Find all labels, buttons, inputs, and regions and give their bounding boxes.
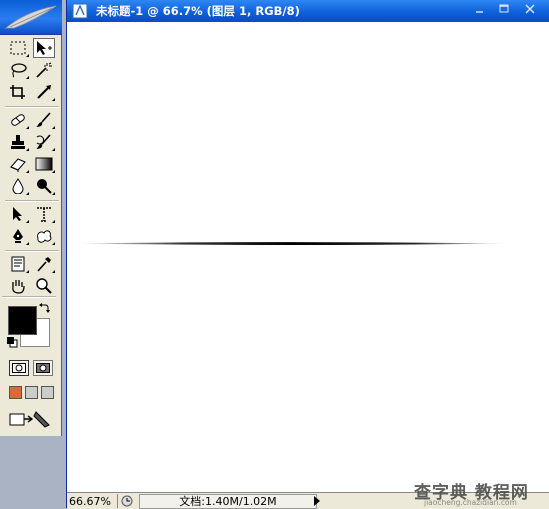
clone-stamp-tool[interactable] [7,132,29,152]
toolbox-divider [5,106,59,108]
notes-tool[interactable] [7,254,29,274]
standard-mode-button[interactable] [9,360,29,376]
toolbox-header[interactable] [0,0,62,35]
brush-stroke [75,242,510,245]
status-menu-arrow-icon[interactable] [313,496,321,506]
type-tool[interactable] [33,204,55,224]
jump-to-imageready-icon[interactable] [9,410,53,428]
eyedropper-tool[interactable] [33,254,55,274]
move-tool[interactable] [33,38,55,58]
zoom-level-field[interactable]: 66.67% [69,495,115,508]
gradient-tool[interactable] [33,154,55,174]
document-icon [72,3,88,19]
rectangular-marquee-tool[interactable] [7,38,29,58]
blur-tool[interactable] [7,176,29,196]
path-selection-tool[interactable] [7,204,29,224]
magic-wand-tool[interactable] [33,60,55,80]
full-screen-menu-mode-button[interactable] [25,386,38,399]
foreground-color-swatch[interactable] [8,306,37,335]
close-button[interactable] [521,3,539,19]
zoom-tool[interactable] [33,276,55,296]
dodge-tool[interactable] [33,176,55,196]
standard-screen-mode-button[interactable] [9,386,22,399]
eraser-tool[interactable] [7,154,29,174]
healing-brush-tool[interactable] [7,110,29,130]
pen-tool[interactable] [7,226,29,246]
toolbox-divider [5,200,59,202]
document-size-info: 文档:1.40M/1.02M [139,494,317,509]
hand-tool[interactable] [7,276,29,296]
minimize-button[interactable] [471,3,489,19]
custom-shape-tool[interactable] [33,226,55,246]
swap-colors-icon[interactable] [38,302,50,314]
document-titlebar[interactable]: 未标题-1 @ 66.7% (图层 1, RGB/8) [67,0,549,22]
document-window: 未标题-1 @ 66.7% (图层 1, RGB/8) 66.67% 文档:1.… [66,0,549,509]
brush-tool[interactable] [33,110,55,130]
slice-tool[interactable] [33,82,55,102]
full-screen-mode-button[interactable] [41,386,54,399]
crop-tool[interactable] [7,82,29,102]
lasso-tool[interactable] [7,60,29,80]
feather-icon [4,5,57,29]
document-title: 未标题-1 @ 66.7% (图层 1, RGB/8) [96,4,300,18]
default-colors-icon[interactable] [6,336,18,348]
history-brush-tool[interactable] [33,132,55,152]
image-canvas[interactable] [67,22,549,492]
clock-icon [121,495,133,507]
status-bar: 66.67% 文档:1.40M/1.02M [67,492,549,509]
toolbox-divider [5,250,59,252]
maximize-button[interactable] [495,3,513,19]
quick-mask-mode-button[interactable] [33,360,53,376]
toolbox-divider [2,296,56,298]
toolbox-panel [0,0,62,436]
